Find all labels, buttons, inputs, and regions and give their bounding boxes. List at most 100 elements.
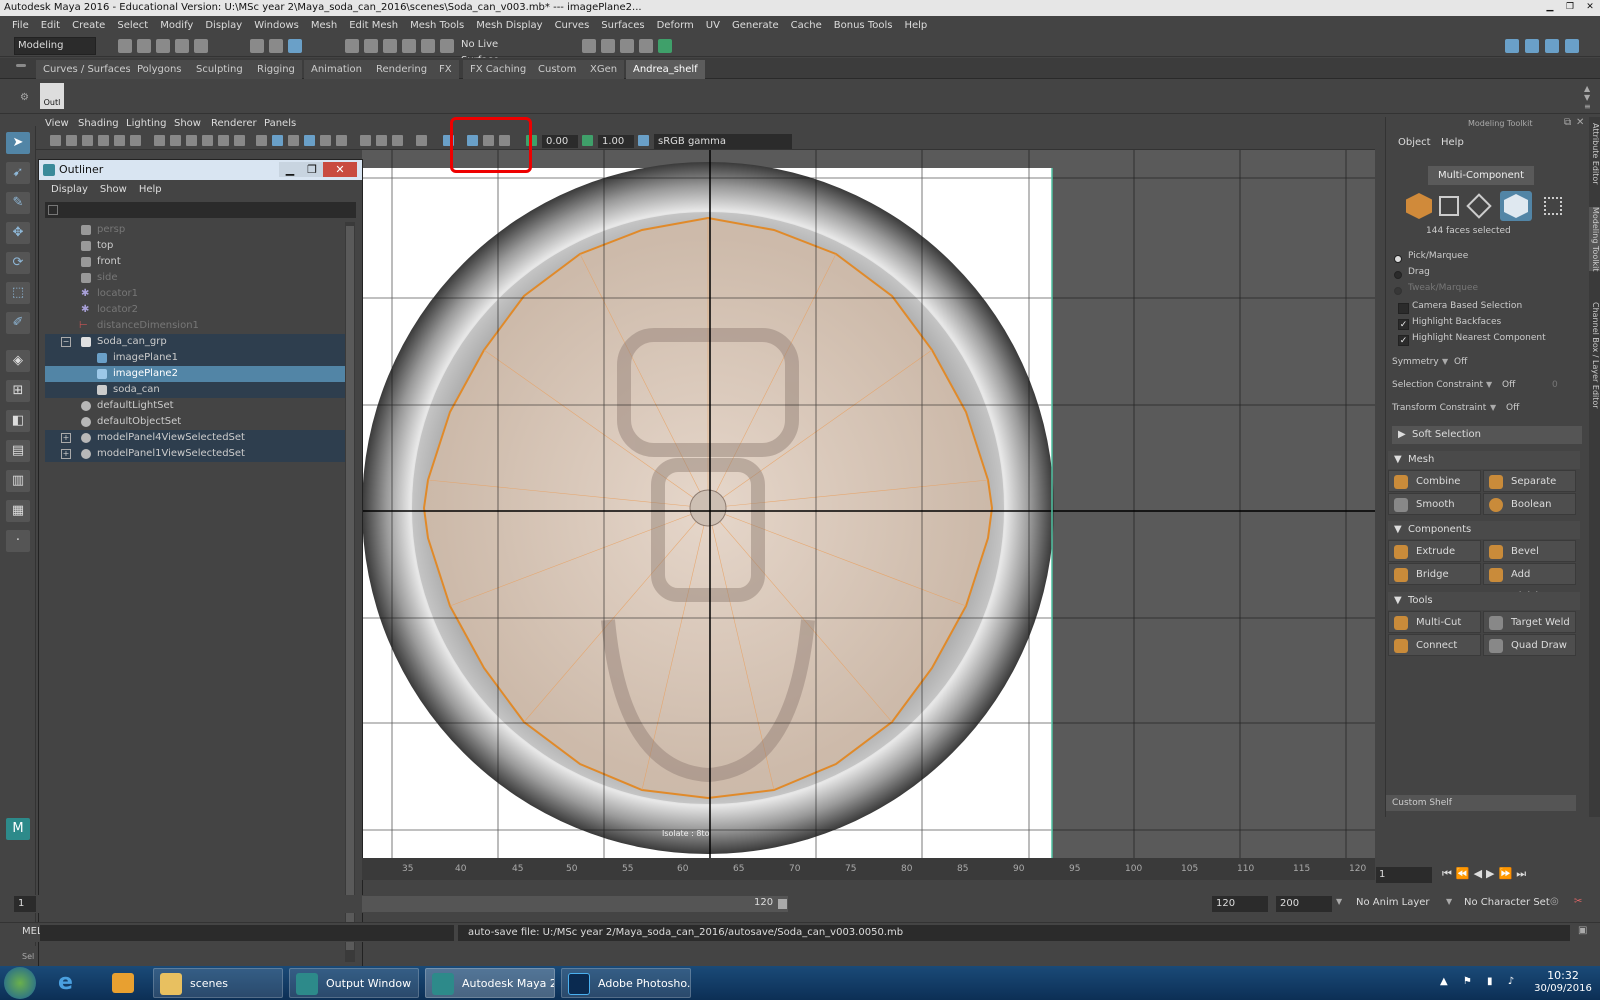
outliner-item-imageplane2[interactable]: imagePlane2 bbox=[45, 366, 345, 382]
clock-time[interactable]: 10:32 bbox=[1536, 969, 1590, 982]
vp-menu-shading[interactable]: Shading bbox=[78, 118, 119, 129]
object-mode-icon[interactable] bbox=[1406, 193, 1432, 219]
taskbar-photoshop[interactable]: Adobe Photosho... bbox=[561, 968, 691, 998]
transform-constraint-dropdown-icon[interactable]: ▼ bbox=[1490, 403, 1496, 412]
persp-graph-layout-icon[interactable]: ▤ bbox=[6, 440, 30, 462]
colorspace-dropdown[interactable]: sRGB gamma bbox=[654, 134, 792, 149]
toggle-attribute-editor-icon[interactable] bbox=[1505, 39, 1519, 53]
grid-icon[interactable] bbox=[154, 135, 165, 146]
single-perspective-layout-icon[interactable]: ◈ bbox=[6, 350, 30, 372]
outliner-item-locator2[interactable]: ✱ locator2 bbox=[45, 302, 345, 318]
bevel-button[interactable]: Bevel bbox=[1483, 540, 1576, 562]
tab-curves-surfaces[interactable]: Curves / Surfaces bbox=[36, 60, 138, 79]
anim-layer-dropdown[interactable]: No Anim Layer bbox=[1356, 897, 1430, 908]
anim-layer-dropdown-icon[interactable]: ▼ bbox=[1446, 897, 1452, 906]
outliner-item-soda-can[interactable]: soda_can bbox=[45, 382, 345, 398]
vp-menu-panels[interactable]: Panels bbox=[264, 118, 296, 129]
grease-pencil-icon[interactable] bbox=[130, 135, 141, 146]
outliner-filter-icon[interactable] bbox=[48, 205, 58, 215]
four-view-layout-icon[interactable]: ⊞ bbox=[6, 380, 30, 402]
camera-based-selection-checkbox[interactable] bbox=[1398, 303, 1409, 314]
toolkit-close-icon[interactable]: ✕ bbox=[1576, 117, 1584, 128]
live-surface-field[interactable]: No Live Surface bbox=[458, 37, 538, 66]
wireframe-icon[interactable] bbox=[256, 135, 267, 146]
menu-display[interactable]: Display bbox=[199, 17, 248, 35]
current-frame-field[interactable]: 1 bbox=[1376, 867, 1432, 883]
shelf-settings-icon[interactable]: ⚙ bbox=[20, 92, 29, 103]
smooth-button[interactable]: Smooth bbox=[1388, 493, 1481, 515]
render-settings-icon[interactable] bbox=[582, 39, 596, 53]
channel-box-tab[interactable]: Channel Box / Layer Editor bbox=[1589, 302, 1600, 409]
image-plane-icon[interactable] bbox=[98, 135, 109, 146]
tab-rendering[interactable]: Rendering bbox=[369, 60, 435, 79]
viewport-canvas[interactable]: Isolate : 8to bbox=[362, 150, 1375, 858]
outliner-scroll-thumb[interactable] bbox=[346, 226, 354, 950]
menu-generate[interactable]: Generate bbox=[726, 17, 785, 35]
menu-bonus-tools[interactable]: Bonus Tools bbox=[828, 17, 899, 35]
minimize-button[interactable]: ▁ bbox=[1540, 1, 1560, 14]
script-editor-icon[interactable]: ▣ bbox=[1578, 925, 1587, 936]
range-slider-bar[interactable]: 120 bbox=[362, 896, 788, 912]
hypershade-layout-icon[interactable]: ▥ bbox=[6, 470, 30, 492]
smooth-shade-icon[interactable] bbox=[272, 135, 283, 146]
uv-mode-icon[interactable] bbox=[1544, 197, 1562, 215]
snap-surface-icon[interactable] bbox=[421, 39, 435, 53]
field-chart-icon[interactable] bbox=[218, 135, 229, 146]
menu-help[interactable]: Help bbox=[898, 17, 933, 35]
outliner-shelf-button[interactable]: Outl bbox=[40, 83, 64, 109]
tab-andrea-shelf[interactable]: Andrea_shelf bbox=[626, 60, 705, 79]
hypershade-icon[interactable] bbox=[658, 39, 672, 53]
tab-custom[interactable]: Custom bbox=[531, 60, 584, 79]
menu-cache[interactable]: Cache bbox=[785, 17, 828, 35]
soft-selection-section[interactable]: ▶ Soft Selection bbox=[1392, 426, 1582, 444]
max-frame-dropdown-icon[interactable]: ▼ bbox=[1336, 897, 1342, 906]
gamma-field[interactable]: 1.00 bbox=[598, 135, 634, 148]
screen-space-ao-icon[interactable] bbox=[360, 135, 371, 146]
ipr-render-icon[interactable] bbox=[639, 39, 653, 53]
script-editor-layout-icon[interactable]: ▦ bbox=[6, 500, 30, 522]
multi-cut-button[interactable]: Multi-Cut bbox=[1388, 611, 1481, 633]
render-view-icon[interactable] bbox=[601, 39, 615, 53]
anim-prefs-icon[interactable]: ✂ bbox=[1574, 896, 1582, 907]
safe-action-icon[interactable] bbox=[234, 135, 245, 146]
gate-mask-icon[interactable] bbox=[202, 135, 213, 146]
edge-mode-icon[interactable] bbox=[1466, 193, 1492, 219]
exposure-field[interactable]: 0.00 bbox=[542, 135, 578, 148]
isolate-select-icon[interactable] bbox=[416, 135, 427, 146]
tab-polygons[interactable]: Polygons bbox=[130, 60, 189, 79]
toggle-modeling-toolkit-icon[interactable] bbox=[1565, 39, 1579, 53]
outliner-menu-display[interactable]: Display bbox=[45, 180, 94, 200]
mesh-section-header[interactable]: ▼ Mesh bbox=[1388, 451, 1580, 469]
selection-constraint-number[interactable]: 0 bbox=[1552, 380, 1558, 390]
gamma-icon[interactable] bbox=[582, 135, 593, 146]
taskbar-scenes[interactable]: scenes bbox=[153, 968, 283, 998]
time-slider[interactable]: 35 40 45 50 55 60 65 70 75 80 85 90 95 1… bbox=[362, 858, 1375, 880]
move-tool-icon[interactable]: ✥ bbox=[6, 222, 30, 244]
outliner-item-model-panel4-set[interactable]: + modelPanel4ViewSelectedSet bbox=[45, 430, 345, 446]
new-scene-icon[interactable] bbox=[118, 39, 132, 53]
outliner-item-model-panel1-set[interactable]: + modelPanel1ViewSelectedSet bbox=[45, 446, 345, 462]
persp-outliner-layout-icon[interactable]: ◧ bbox=[6, 410, 30, 432]
rotate-tool-icon[interactable]: ⟳ bbox=[6, 252, 30, 274]
outliner-item-default-object-set[interactable]: defaultObjectSet bbox=[45, 414, 345, 430]
toggle-tool-settings-icon[interactable] bbox=[1525, 39, 1539, 53]
outliner-item-imageplane1[interactable]: imagePlane1 bbox=[45, 350, 345, 366]
selection-constraint-dropdown-icon[interactable]: ▼ bbox=[1486, 380, 1492, 389]
add-divisions-button[interactable]: Add Divisions bbox=[1483, 563, 1576, 602]
outliner-close-button[interactable]: ✕ bbox=[323, 162, 357, 177]
components-section-header[interactable]: ▼ Components bbox=[1388, 521, 1580, 539]
outliner-maximize-button[interactable]: ❐ bbox=[301, 162, 323, 177]
selection-constraint-value[interactable]: Off bbox=[1502, 380, 1515, 390]
symmetry-dropdown-icon[interactable]: ▼ bbox=[1442, 357, 1448, 366]
multi-component-button[interactable]: Multi-Component bbox=[1428, 166, 1534, 185]
vp-menu-view[interactable]: View bbox=[45, 118, 69, 129]
internet-explorer-icon[interactable]: e bbox=[58, 970, 73, 995]
max-frame-field[interactable]: 200 bbox=[1276, 896, 1332, 912]
shelf-scroll-icon[interactable]: ▲ ▼ ≡ bbox=[1584, 84, 1591, 111]
outliner-item-top[interactable]: top bbox=[45, 238, 345, 254]
quad-draw-button[interactable]: Quad Draw bbox=[1483, 634, 1576, 656]
toggle-channel-box-icon[interactable] bbox=[1545, 39, 1559, 53]
tweak-marquee-radio[interactable] bbox=[1394, 287, 1402, 295]
menu-surfaces[interactable]: Surfaces bbox=[595, 17, 650, 35]
resolution-gate-icon[interactable] bbox=[186, 135, 197, 146]
